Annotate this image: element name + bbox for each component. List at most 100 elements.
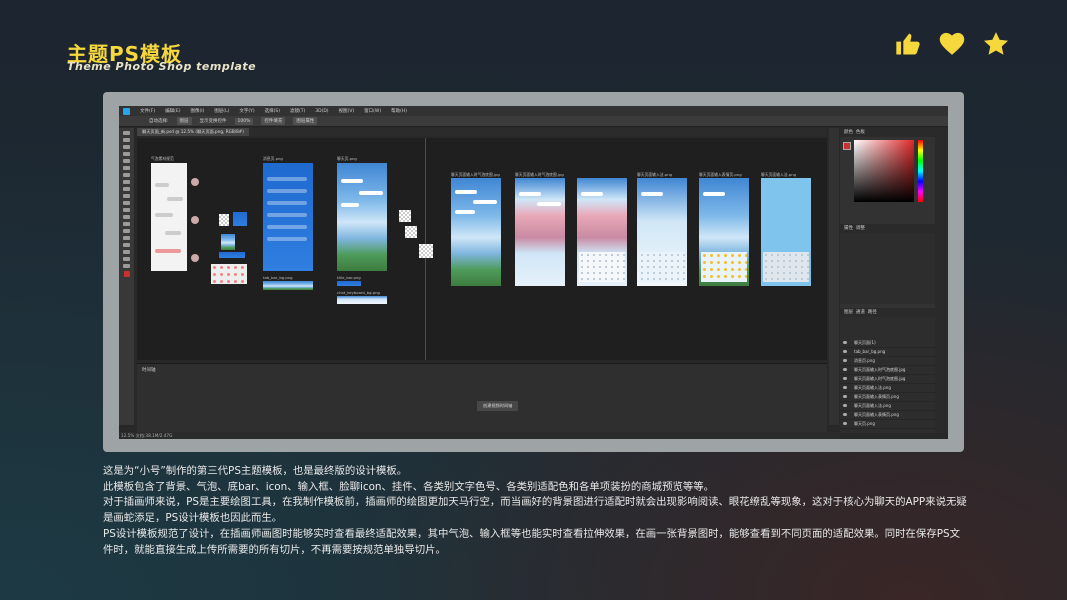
- foreground-color-swatch[interactable]: [843, 142, 851, 150]
- panel-tabs-properties[interactable]: 属性 调整: [840, 224, 935, 233]
- menu-view[interactable]: 视图(V): [339, 108, 355, 114]
- menu-layer[interactable]: 图层(L): [214, 108, 229, 114]
- gradient-tool-icon[interactable]: [123, 208, 130, 212]
- option-layer-select[interactable]: 图层: [176, 117, 192, 125]
- artboard-title-bar[interactable]: [337, 281, 361, 286]
- layer-item[interactable]: 聊天页面输入法.png: [840, 402, 935, 411]
- layer-item[interactable]: 聊天页面输入表情页.png: [840, 411, 935, 420]
- tab-adjustments[interactable]: 调整: [856, 226, 865, 231]
- page-subtitle: Theme Photo Shop template: [67, 60, 257, 73]
- tab-color[interactable]: 颜色: [844, 130, 853, 135]
- option-transform[interactable]: 显示变换控件: [200, 118, 227, 124]
- star-icon[interactable]: [981, 30, 1011, 58]
- eyedropper-tool-icon[interactable]: [123, 166, 130, 170]
- tab-properties[interactable]: 属性: [844, 226, 853, 231]
- option-zoom[interactable]: 100%: [234, 117, 254, 125]
- document-tab[interactable]: 聊天页面_新.psd @ 12.5% (聊天页面.png, RGB/8#): [137, 128, 249, 136]
- blur-tool-icon[interactable]: [123, 215, 130, 219]
- option-fill[interactable]: 控件填充: [261, 117, 286, 125]
- layer-item[interactable]: 消息页.png: [840, 357, 935, 366]
- menu-edit[interactable]: 编辑(E): [165, 108, 180, 114]
- color-swatch-icon[interactable]: [123, 271, 130, 277]
- slice-1[interactable]: [219, 214, 229, 226]
- tab-swatches[interactable]: 色板: [856, 130, 865, 135]
- menu-image[interactable]: 图像(I): [190, 108, 204, 114]
- magic-wand-tool-icon[interactable]: [123, 152, 130, 156]
- artboard-message-page[interactable]: [263, 163, 313, 271]
- panel-tabs-color[interactable]: 颜色 色板: [840, 128, 935, 137]
- artboard-chat-input-method[interactable]: [637, 178, 687, 286]
- layer-item[interactable]: 聊天页面输入法.png: [840, 384, 935, 393]
- artboard-label: 气泡素材规范: [151, 156, 174, 161]
- menu-help[interactable]: 帮助(H): [391, 108, 407, 114]
- lasso-tool-icon[interactable]: [123, 145, 130, 149]
- marquee-tool-icon[interactable]: [123, 138, 130, 142]
- layer-item[interactable]: tab_bar_bg.png: [840, 348, 935, 357]
- artboard-avatars[interactable]: [191, 168, 203, 268]
- menu-filter[interactable]: 滤镜(T): [290, 108, 305, 114]
- artboard-chat-input-plain[interactable]: [761, 178, 811, 286]
- artboard-chat-emoji[interactable]: [699, 178, 749, 286]
- menu-select[interactable]: 选择(S): [265, 108, 280, 114]
- artboard-chat-keyboard[interactable]: [337, 296, 387, 304]
- zoom-tool-icon[interactable]: [123, 264, 130, 268]
- move-tool-icon[interactable]: [123, 131, 130, 135]
- artboard-bubble-spec[interactable]: [151, 163, 187, 271]
- history-brush-tool-icon[interactable]: [123, 194, 130, 198]
- slice-5[interactable]: [399, 210, 411, 222]
- shape-tool-icon[interactable]: [123, 250, 130, 254]
- slice-6[interactable]: [405, 226, 417, 238]
- description-line: PS设计模板规范了设计，在插画师画图时能够实时查看最终适配效果，其中气泡、输入框…: [103, 527, 960, 556]
- panel-tabs-layers[interactable]: 图层 通道 路径: [840, 308, 935, 317]
- pen-tool-icon[interactable]: [123, 229, 130, 233]
- slice-3[interactable]: [221, 234, 235, 250]
- healing-tool-icon[interactable]: [123, 173, 130, 177]
- option-auto-select[interactable]: 自动选择:: [149, 118, 169, 124]
- artboard-chat-page[interactable]: [337, 163, 387, 271]
- layer-item[interactable]: 聊天页面输入时气泡底图.jpg: [840, 375, 935, 384]
- slice-4[interactable]: [219, 252, 245, 258]
- crop-tool-icon[interactable]: [123, 159, 130, 163]
- photoshop-window: 文件(F) 编辑(E) 图像(I) 图层(L) 文字(Y) 选择(S) 滤镜(T…: [119, 106, 948, 439]
- thumbs-up-icon[interactable]: [893, 30, 923, 58]
- layer-item[interactable]: 聊天页面输入表情页.png: [840, 393, 935, 402]
- artboard-chat-input-bubble-2[interactable]: [515, 178, 565, 286]
- layer-item[interactable]: 聊天页.png: [840, 420, 935, 429]
- slice-7[interactable]: [419, 244, 433, 258]
- slice-2[interactable]: [233, 212, 247, 226]
- tab-layers[interactable]: 图层: [844, 310, 853, 315]
- layer-item[interactable]: 聊天页面(1): [840, 339, 935, 348]
- option-layer-props[interactable]: 图层属性: [293, 117, 318, 125]
- menu-3d[interactable]: 3D(D): [315, 109, 328, 114]
- artboard-tab-bar[interactable]: [263, 281, 313, 290]
- hue-slider[interactable]: [918, 140, 923, 202]
- slice-icons[interactable]: [211, 264, 247, 284]
- layer-item[interactable]: 聊天页面输入时气泡底图.jpg: [840, 366, 935, 375]
- artboard-chat-input-bubble-1[interactable]: [451, 178, 501, 286]
- layers-panel: 图层 通道 路径 聊天页面(1) tab_bar_bg.png 消息页.png …: [840, 308, 935, 433]
- menu-file[interactable]: 文件(F): [140, 108, 155, 114]
- color-picker-field[interactable]: [854, 140, 914, 202]
- dodge-tool-icon[interactable]: [123, 222, 130, 226]
- panel-scrollbar[interactable]: [935, 128, 948, 433]
- artboard-chat-input-bubble-3[interactable]: [577, 178, 627, 286]
- stamp-tool-icon[interactable]: [123, 187, 130, 191]
- menu-window[interactable]: 窗口(W): [364, 108, 381, 114]
- hand-tool-icon[interactable]: [123, 257, 130, 261]
- artboard-label: tab_bar_bg.png: [263, 275, 293, 280]
- menu-type[interactable]: 文字(Y): [239, 108, 254, 114]
- document-tabs: 聊天页面_新.psd @ 12.5% (聊天页面.png, RGB/8#): [137, 128, 827, 136]
- ps-toolbar: [119, 128, 134, 425]
- tab-paths[interactable]: 路径: [868, 310, 877, 315]
- ps-canvas[interactable]: 气泡素材规范 消息页.png tab_bar_bg.png 聊天页.png ti…: [137, 138, 827, 360]
- photoshop-logo-icon: [123, 107, 130, 115]
- artboard-label: 聊天页.png: [337, 156, 357, 161]
- create-video-timeline-button[interactable]: 创建视频时间轴: [477, 401, 519, 411]
- path-select-tool-icon[interactable]: [123, 243, 130, 247]
- tab-channels[interactable]: 通道: [856, 310, 865, 315]
- text-tool-icon[interactable]: [123, 236, 130, 240]
- eraser-tool-icon[interactable]: [123, 201, 130, 205]
- right-panels: 颜色 色板 属性 调整 图层 通道 路径 聊天页面(1) tab_bar_bg.…: [840, 128, 935, 433]
- brush-tool-icon[interactable]: [123, 180, 130, 184]
- heart-icon[interactable]: [937, 30, 967, 58]
